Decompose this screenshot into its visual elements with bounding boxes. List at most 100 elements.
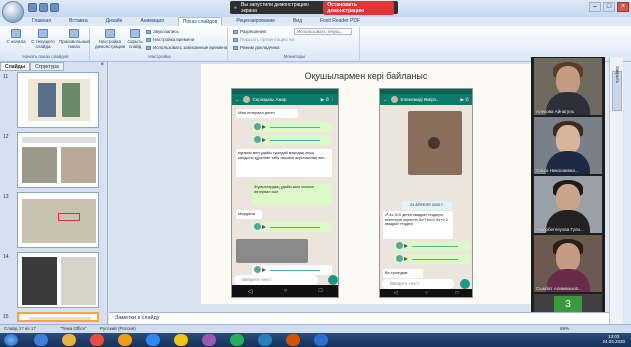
- use-timings-checkbox[interactable]: Использовать записанные времена: [146, 45, 227, 50]
- start-button[interactable]: [4, 334, 18, 346]
- record-narration-button[interactable]: Звукозапись: [146, 29, 179, 34]
- resolution-option[interactable]: Разрешение:: [233, 29, 267, 34]
- side-label[interactable]: Закрыть: [615, 66, 620, 83]
- slide-canvas[interactable]: Оқушылармен кері байланыс ← Серікқызы Аж…: [201, 64, 531, 304]
- media-player-icon[interactable]: [118, 334, 132, 346]
- minimize-button[interactable]: –: [589, 2, 601, 12]
- app-icon[interactable]: [202, 334, 216, 346]
- status-bar: Слайд 17 из 17 "Тема Office" Русский (Ро…: [0, 324, 631, 333]
- office-button[interactable]: [2, 1, 24, 23]
- undo-icon[interactable]: [39, 3, 48, 12]
- setup-show-label: Настройка демонстрации: [95, 39, 126, 49]
- ribbon-group-monitors: Разрешение: Использовать текущ... Показа…: [230, 27, 360, 60]
- screen-share-bar: ● Вы запустили демонстрацию экрана Остан…: [230, 0, 398, 15]
- from-current-button[interactable]: С текущего слайда: [29, 29, 57, 49]
- slide-thumbnail[interactable]: [17, 252, 99, 308]
- participant-tile[interactable]: Текербеглеуова Гули...: [534, 176, 602, 233]
- app-icon[interactable]: [174, 334, 188, 346]
- ribbon-group-setup: Настройка демонстрации Скрыть слайд Звук…: [92, 27, 228, 60]
- slide-thumbnail[interactable]: [17, 72, 99, 128]
- stop-sharing-button[interactable]: Остановить демонстрацию: [323, 0, 394, 15]
- hide-slide-label: Скрыть слайд: [127, 39, 143, 49]
- notes-pane[interactable]: Заметки к слайду: [109, 312, 609, 324]
- chrome-icon[interactable]: [90, 334, 104, 346]
- voice-message: [252, 222, 332, 232]
- app-icon[interactable]: [230, 334, 244, 346]
- home-icon: ○: [424, 290, 428, 296]
- save-icon[interactable]: [28, 3, 37, 12]
- voice-message: [394, 241, 470, 251]
- maximize-button[interactable]: □: [603, 2, 615, 12]
- from-beginning-button[interactable]: С начала: [5, 29, 27, 44]
- close-button[interactable]: ×: [617, 2, 629, 12]
- mic-icon[interactable]: [328, 275, 338, 285]
- message-input[interactable]: Введите текст: [234, 275, 318, 285]
- quick-access-toolbar: [28, 3, 59, 12]
- show-on-option: Показать презентацию на:: [233, 37, 295, 42]
- participant-tile[interactable]: Сымбат Алимжанов...: [534, 235, 602, 292]
- tab-slides[interactable]: Слайды: [0, 62, 31, 71]
- participant-tile[interactable]: Ольга Николаевна...: [534, 117, 602, 174]
- tab-review[interactable]: Рецензирование: [232, 17, 279, 26]
- setup-show-button[interactable]: Настройка демонстрации: [95, 29, 125, 49]
- from-beginning-label: С начала: [6, 39, 26, 44]
- rehearse-timings-button[interactable]: Настройка времени: [146, 37, 194, 42]
- theme-name: "Тема Office": [60, 326, 87, 331]
- participant-name: Алекова Айнагуль: [536, 109, 575, 114]
- play-icon: [262, 225, 266, 229]
- slide-counter: Слайд 17 из 17: [4, 326, 36, 331]
- tab-design[interactable]: Дизайн: [102, 17, 127, 26]
- slide-thumbnail[interactable]: [17, 192, 99, 248]
- redo-icon[interactable]: [50, 3, 59, 12]
- tab-outline[interactable]: Структура: [30, 62, 64, 71]
- tab-home[interactable]: Главная: [28, 17, 55, 26]
- tab-insert[interactable]: Вставка: [65, 17, 92, 26]
- zoom-app-icon[interactable]: [314, 334, 328, 346]
- share-status-text: Вы запустили демонстрацию экрана: [241, 1, 309, 14]
- mic-icon[interactable]: [460, 279, 470, 289]
- windows-taskbar: 13:03 24.04.2020: [0, 333, 631, 347]
- powerpoint-icon[interactable]: [286, 334, 300, 346]
- hide-slide-button[interactable]: Скрыть слайд: [126, 29, 144, 49]
- tab-foxit[interactable]: Foxit Reader PDF: [316, 17, 364, 26]
- system-clock[interactable]: 13:03 24.04.2020: [602, 334, 625, 344]
- tab-animation[interactable]: Анимация: [136, 17, 167, 26]
- app-icon[interactable]: [146, 334, 160, 346]
- presenter-view-label: Режим докладчика: [240, 45, 280, 50]
- back-arrow-icon: ←: [235, 97, 240, 102]
- ribbon-tabs: Главная Вставка Дизайн Анимация Показ сл…: [28, 17, 364, 26]
- play-icon: [404, 244, 408, 248]
- video-participants-panel: Алекова Айнагуль Ольга Николаевна... Тек…: [531, 57, 605, 324]
- presenter-view-checkbox[interactable]: Режим докладчика: [233, 45, 279, 50]
- slide-thumbnail[interactable]: [17, 132, 99, 188]
- resolution-label: Разрешение:: [240, 29, 268, 34]
- chat-header: ← Елемгжиді Өмірз... ▶ ✆: [380, 94, 472, 105]
- resolution-dropdown[interactable]: Использовать текущ...: [294, 28, 352, 35]
- word-icon[interactable]: [258, 334, 272, 346]
- custom-show-button[interactable]: Произвольный показ: [59, 29, 90, 49]
- chat-screenshot-right: ← Елемгжиді Өмірз... ▶ ✆ 24 АПРЕЛЯ 2020 …: [379, 88, 473, 298]
- vertical-scrollbar[interactable]: [609, 57, 623, 324]
- voice-message: [252, 122, 332, 132]
- chat-screenshot-left: ← Серікқызы Ажар ▶ ✆ ⋮ Міне интервал дег…: [231, 88, 339, 298]
- tab-slideshow[interactable]: Показ слайдов: [177, 17, 223, 26]
- participant-name: Текербеглеуова Гули...: [536, 227, 584, 232]
- back-arrow-icon: ←: [383, 97, 388, 102]
- ribbon-group-start-show: С начала С текущего слайда Произвольный …: [2, 27, 90, 60]
- slide-thumbnail-selected[interactable]: [17, 312, 99, 322]
- zoom-level[interactable]: 69%: [560, 325, 569, 333]
- play-video-icon: [428, 137, 440, 149]
- recents-icon: □: [455, 290, 459, 296]
- custom-show-icon: [69, 29, 79, 38]
- play-icon: [262, 138, 266, 142]
- setup-icon: [105, 29, 115, 38]
- ie-icon[interactable]: [34, 334, 48, 346]
- participant-tile[interactable]: Алекова Айнагуль: [534, 58, 602, 115]
- slide-number: 14: [3, 254, 9, 260]
- explorer-icon[interactable]: [62, 334, 76, 346]
- message-input[interactable]: Введите текст: [382, 279, 454, 289]
- close-panel-icon[interactable]: ×: [97, 62, 107, 71]
- home-icon: ○: [283, 288, 288, 294]
- tab-view[interactable]: Вид: [289, 17, 306, 26]
- slide-title[interactable]: Оқушылармен кері байланыс: [201, 71, 531, 81]
